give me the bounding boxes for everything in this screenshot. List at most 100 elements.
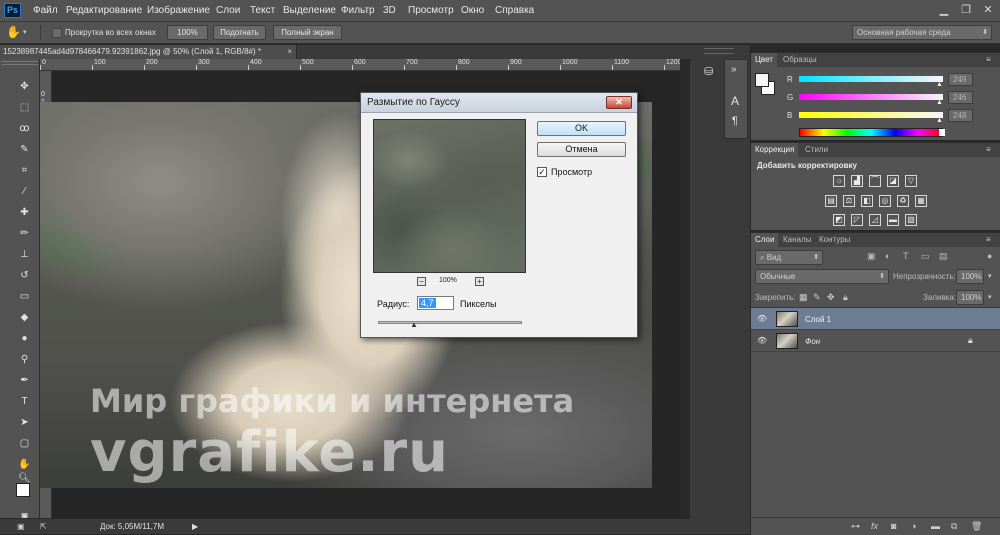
channel-g-value[interactable]: 246 xyxy=(948,91,973,104)
link-layers-icon[interactable]: ⊶ xyxy=(851,521,860,532)
zoom-in-icon[interactable]: + xyxy=(475,277,484,286)
menu-image[interactable]: Изображение xyxy=(147,5,210,16)
document-tab[interactable]: 15238987445ad4d978466479.92391862.jpg @ … xyxy=(0,45,297,59)
workspace-select[interactable]: Основная рабочая среда ⬍ xyxy=(852,25,992,40)
levels-icon[interactable]: ▟ xyxy=(851,175,863,187)
cancel-button[interactable]: Отмена xyxy=(537,142,626,157)
tab-adjustments[interactable]: Коррекция xyxy=(751,143,799,157)
filter-smart-icon[interactable]: ▤ xyxy=(939,251,948,262)
paragraph-panel-icon[interactable]: ¶ xyxy=(732,115,738,127)
slider-thumb-icon[interactable]: ▲ xyxy=(936,117,943,124)
channel-r-slider[interactable] xyxy=(799,76,943,82)
exposure-icon[interactable]: ◪ xyxy=(887,175,899,187)
lasso-tool-icon[interactable]: ꝏ xyxy=(17,121,32,136)
gradient-map-icon[interactable]: ▬ xyxy=(887,214,899,226)
preview-checkbox[interactable]: ✓ xyxy=(537,167,547,177)
foreground-color-swatch[interactable] xyxy=(16,483,30,497)
dodge-tool-icon[interactable]: ⚲ xyxy=(17,352,32,367)
layer-row[interactable]: 👁︎ Слой 1 xyxy=(751,308,1000,330)
filter-shape-icon[interactable]: ▭ xyxy=(921,251,930,262)
tab-paths[interactable]: Контуры xyxy=(815,233,854,247)
close-icon[interactable]: ✕ xyxy=(978,2,998,18)
menu-help[interactable]: Справка xyxy=(495,5,534,16)
vibrance-icon[interactable]: ▽ xyxy=(905,175,917,187)
menu-window[interactable]: Окно xyxy=(461,5,484,16)
eraser-tool-icon[interactable]: ▭ xyxy=(17,289,32,304)
channel-r-value[interactable]: 249 xyxy=(948,73,973,86)
black-white-icon[interactable]: ◧ xyxy=(861,195,873,207)
layer-name[interactable]: Фон xyxy=(805,337,820,346)
blend-mode-select[interactable]: Обычные ⬍ xyxy=(755,269,889,284)
menu-filter[interactable]: Фильтр xyxy=(341,5,375,16)
zoom-100-button[interactable]: 100% xyxy=(167,25,208,40)
scroll-all-checkbox[interactable] xyxy=(52,28,62,38)
blur-tool-icon[interactable]: ● xyxy=(17,331,32,346)
chevron-down-icon[interactable]: ▾ xyxy=(988,272,992,280)
lock-transparency-icon[interactable]: ▦ xyxy=(799,292,808,303)
curves-icon[interactable]: ⌒ xyxy=(869,175,881,187)
slider-thumb-icon[interactable]: ▲ xyxy=(410,320,418,329)
eyedropper-tool-icon[interactable]: ⁄ xyxy=(17,184,32,199)
new-adjustment-icon[interactable]: ◑ xyxy=(911,521,916,531)
full-screen-button[interactable]: Полный экран xyxy=(273,25,342,40)
lock-position-icon[interactable]: ✥ xyxy=(827,292,835,303)
tab-channels[interactable]: Каналы xyxy=(779,233,815,247)
new-group-icon[interactable]: ▬ xyxy=(931,521,940,531)
minimize-icon[interactable]: ▁ xyxy=(934,2,954,18)
rectangle-tool-icon[interactable]: ▢ xyxy=(17,436,32,451)
menu-view[interactable]: Просмотр xyxy=(408,5,454,16)
invert-icon[interactable]: ◩ xyxy=(833,214,845,226)
blur-preview[interactable] xyxy=(373,119,526,273)
menu-3d[interactable]: 3D xyxy=(383,5,396,16)
hand-tool-icon[interactable]: ✋ xyxy=(17,457,32,472)
filter-adjust-icon[interactable]: ◐ xyxy=(885,251,890,261)
eye-icon[interactable]: 👁︎ xyxy=(757,336,767,345)
dialog-titlebar[interactable]: Размытие по Гауссу xyxy=(361,93,637,113)
tab-color[interactable]: Цвет xyxy=(751,53,777,67)
color-balance-icon[interactable]: ⚖ xyxy=(843,195,855,207)
lock-all-icon[interactable]: 🔒︎ xyxy=(843,292,848,303)
path-select-tool-icon[interactable]: ➤ xyxy=(17,415,32,430)
fit-screen-button[interactable]: Подогнать xyxy=(213,25,266,40)
hue-saturation-icon[interactable]: ▤ xyxy=(825,195,837,207)
slider-thumb-icon[interactable]: ▲ xyxy=(936,81,943,88)
opacity-input[interactable]: 100% xyxy=(956,269,984,284)
tab-styles[interactable]: Стили xyxy=(801,143,832,157)
close-tab-icon[interactable]: × xyxy=(287,45,292,59)
posterize-icon[interactable]: ◸ xyxy=(851,214,863,226)
brightness-icon[interactable]: ☼ xyxy=(833,175,845,187)
color-lookup-icon[interactable]: ▦ xyxy=(915,195,927,207)
paint-bucket-tool-icon[interactable]: ◆ xyxy=(17,310,32,325)
healing-brush-tool-icon[interactable]: ✚ xyxy=(17,205,32,220)
layer-style-icon[interactable]: fx xyxy=(871,521,878,531)
eye-icon[interactable]: 👁︎ xyxy=(757,314,767,323)
tab-swatches[interactable]: Образцы xyxy=(779,53,821,67)
brush-tool-icon[interactable]: ✏ xyxy=(17,226,32,241)
status-menu-arrow-icon[interactable]: ▶ xyxy=(192,522,198,531)
panel-menu-icon[interactable]: ≡ xyxy=(986,145,991,154)
menu-text[interactable]: Текст xyxy=(250,5,275,16)
dock-grip[interactable] xyxy=(704,48,734,54)
color-spectrum-bar[interactable] xyxy=(799,128,943,137)
selective-color-icon[interactable]: ▧ xyxy=(905,214,917,226)
layer-name[interactable]: Слой 1 xyxy=(805,315,831,324)
channel-b-value[interactable]: 248 xyxy=(948,109,973,122)
chevron-down-icon[interactable]: ▾ xyxy=(23,28,27,36)
ok-button[interactable]: OK xyxy=(537,121,626,136)
menu-edit[interactable]: Редактирование xyxy=(66,5,142,16)
tab-layers[interactable]: Слои xyxy=(751,233,779,247)
close-icon[interactable]: ✕ xyxy=(606,96,632,109)
filter-type-icon[interactable]: T xyxy=(903,251,909,261)
layer-row[interactable]: 👁︎ Фон 🔒︎ xyxy=(751,330,1000,352)
restore-icon[interactable]: ❐ xyxy=(956,2,976,18)
delete-layer-icon[interactable]: 🗑︎ xyxy=(971,521,982,532)
pen-tool-icon[interactable]: ✒ xyxy=(17,373,32,388)
character-panel-icon[interactable]: A xyxy=(731,94,739,108)
threshold-icon[interactable]: ◿ xyxy=(869,214,881,226)
foreground-color-swatch[interactable] xyxy=(755,73,769,87)
channel-mixer-icon[interactable]: ♻ xyxy=(897,195,909,207)
filter-toggle-icon[interactable]: ● xyxy=(987,251,992,261)
filter-pixel-icon[interactable]: ▣ xyxy=(867,251,876,262)
slider-thumb-icon[interactable]: ▲ xyxy=(936,99,943,106)
fill-input[interactable]: 100% xyxy=(956,290,984,305)
